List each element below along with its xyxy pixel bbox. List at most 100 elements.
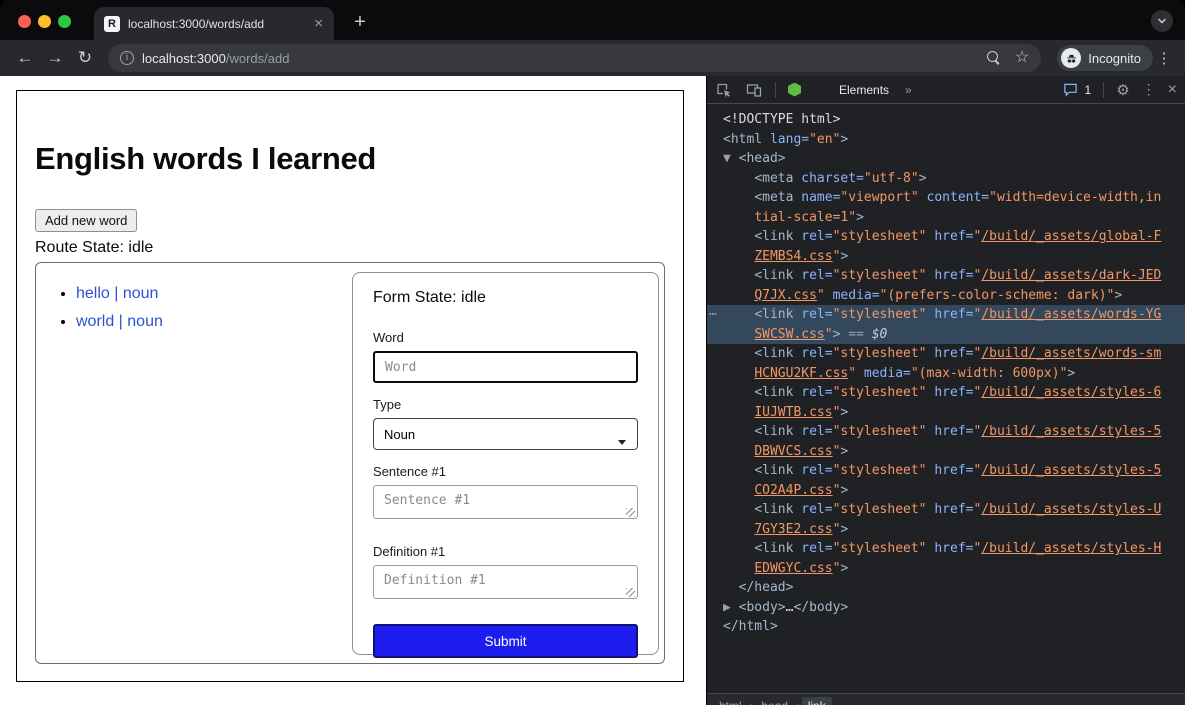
issues-count[interactable]: 1 [1085, 83, 1092, 97]
code-token-link[interactable]: /build/_assets/global-F [981, 229, 1161, 244]
devtools-code-line[interactable]: SWCSW.css"> == $0 [707, 325, 1185, 345]
extension-icon[interactable] [788, 83, 801, 97]
device-toolbar-icon[interactable] [745, 81, 763, 99]
code-token-dollar: $0 [872, 327, 888, 342]
code-token-val: "stylesheet" [833, 385, 935, 400]
close-button[interactable] [18, 15, 31, 28]
devtools-code-line[interactable]: <link rel="stylesheet" href="/build/_ass… [707, 539, 1185, 559]
devtools-code-line[interactable]: Q7JX.css" media="(prefers-color-scheme: … [707, 286, 1185, 306]
definition-textarea[interactable] [373, 565, 638, 599]
code-token-link[interactable]: /build/_assets/styles-H [981, 541, 1161, 556]
devtools-code-line[interactable]: ZEMBS4.css"> [707, 247, 1185, 267]
settings-gear-icon[interactable]: ⚙ [1116, 81, 1129, 99]
word-link[interactable]: hello | noun [76, 285, 158, 302]
code-token-attr: href= [934, 541, 973, 556]
code-token-link[interactable]: HCNGU2KF.css [754, 366, 848, 381]
toolbar-divider [775, 82, 776, 98]
devtools-code-line[interactable]: <link rel="stylesheet" href="/build/_ass… [707, 500, 1185, 520]
site-info-icon[interactable]: i [120, 51, 134, 65]
resize-grip-icon[interactable] [626, 588, 635, 597]
maximize-button[interactable] [58, 15, 71, 28]
new-tab-button[interactable]: + [346, 9, 374, 35]
code-token-link[interactable]: CO2A4P.css [754, 483, 832, 498]
code-token-link[interactable]: IUJWTB.css [754, 405, 832, 420]
devtools-code-line[interactable]: <meta name="viewport" content="width=dev… [707, 188, 1185, 208]
add-new-word-button[interactable]: Add new word [35, 209, 137, 232]
minimize-button[interactable] [38, 15, 51, 28]
devtools-code-line[interactable]: ⋯ <link rel="stylesheet" href="/build/_a… [707, 305, 1185, 325]
devtools-code-line[interactable]: DBWVCS.css"> [707, 442, 1185, 462]
issues-icon[interactable] [1062, 81, 1080, 99]
devtools-code-line[interactable]: HCNGU2KF.css" media="(max-width: 600px)"… [707, 364, 1185, 384]
close-devtools-icon[interactable]: × [1168, 81, 1177, 99]
code-token-attr: charset= [801, 171, 864, 186]
breadcrumb-item[interactable]: head [755, 697, 794, 705]
code-token-link[interactable]: /build/_assets/styles-U [981, 502, 1161, 517]
browser-menu-icon[interactable]: ⋮ [1153, 49, 1175, 67]
sentence-textarea[interactable] [373, 485, 638, 519]
browser-tab[interactable]: R localhost:3000/words/add × [94, 7, 334, 40]
code-token-link[interactable]: /build/_assets/styles-5 [981, 463, 1161, 478]
devtools-code-line[interactable]: <link rel="stylesheet" href="/build/_ass… [707, 383, 1185, 403]
tab-close-icon[interactable]: × [311, 16, 326, 31]
devtools-code-line[interactable]: <!DOCTYPE html> [707, 110, 1185, 130]
breadcrumb-item[interactable]: html [713, 697, 748, 705]
browser-toolbar: ← → ↻ i localhost:3000/words/add ☆ Inco [0, 40, 1185, 76]
inspect-element-icon[interactable] [715, 81, 733, 99]
resize-grip-icon[interactable] [626, 508, 635, 517]
code-token-attr: lang= [770, 132, 809, 147]
code-token-link[interactable]: /build/_assets/words-sm [981, 346, 1161, 361]
code-token-link[interactable]: Q7JX.css [754, 288, 817, 303]
type-select[interactable]: Noun [373, 418, 638, 450]
tab-elements[interactable]: Elements [835, 83, 893, 97]
devtools-code-line[interactable]: <html lang="en"> [707, 130, 1185, 150]
url-bar[interactable]: i localhost:3000/words/add ☆ [108, 44, 1041, 72]
sentence-label: Sentence #1 [373, 464, 638, 479]
code-token-val: "stylesheet" [833, 424, 935, 439]
back-button[interactable]: ← [10, 48, 40, 68]
word-input[interactable] [373, 351, 638, 383]
code-token-link[interactable]: ZEMBS4.css [754, 249, 832, 264]
bookmark-star-icon[interactable]: ☆ [1015, 50, 1029, 66]
devtools-code-line[interactable]: <meta charset="utf-8"> [707, 169, 1185, 189]
devtools-code-line[interactable]: <link rel="stylesheet" href="/build/_ass… [707, 422, 1185, 442]
forward-button[interactable]: → [40, 48, 70, 68]
devtools-code-line[interactable]: IUJWTB.css"> [707, 403, 1185, 423]
devtools-code-line[interactable]: <link rel="stylesheet" href="/build/_ass… [707, 266, 1185, 286]
code-token-link[interactable]: SWCSW.css [754, 327, 824, 342]
reload-button[interactable]: ↻ [70, 48, 100, 68]
devtools-code-line[interactable]: tial-scale=1"> [707, 208, 1185, 228]
devtools-code-line[interactable]: </head> [707, 578, 1185, 598]
node-more-actions-icon[interactable]: ⋯ [709, 305, 717, 325]
code-token-link[interactable]: /build/_assets/dark-JED [981, 268, 1161, 283]
code-token-eq: == [840, 327, 871, 342]
devtools-code-line[interactable]: <link rel="stylesheet" href="/build/_ass… [707, 461, 1185, 481]
code-token-link[interactable]: EDWGYC.css [754, 561, 832, 576]
code-token-link[interactable]: 7GY3E2.css [754, 522, 832, 537]
devtools-code-line[interactable]: </html> [707, 617, 1185, 637]
code-token-link[interactable]: /build/_assets/styles-5 [981, 424, 1161, 439]
devtools-code-line[interactable]: EDWGYC.css"> [707, 559, 1185, 579]
devtools-code-line[interactable]: ▼ <head> [707, 149, 1185, 169]
devtools-code-line[interactable]: CO2A4P.css"> [707, 481, 1185, 501]
tab-search-icon[interactable] [1151, 10, 1173, 32]
code-token-link[interactable]: /build/_assets/words-YG [981, 307, 1161, 322]
code-token-tag: </head> [739, 580, 794, 595]
zoom-icon[interactable] [987, 51, 1001, 65]
devtools-code-line[interactable]: <link rel="stylesheet" href="/build/_ass… [707, 344, 1185, 364]
code-token-tag: > [840, 132, 848, 147]
devtools-code-line[interactable]: ▶ <body>…</body> [707, 598, 1185, 618]
incognito-badge: Incognito [1057, 45, 1153, 71]
code-token-link[interactable]: DBWVCS.css [754, 444, 832, 459]
code-token-val: tial-scale=1" [754, 210, 856, 225]
devtools-code-line[interactable]: 7GY3E2.css"> [707, 520, 1185, 540]
code-token-tag: <link [754, 346, 801, 361]
word-link[interactable]: world | noun [76, 313, 163, 330]
devtools-code-line[interactable]: <link rel="stylesheet" href="/build/_ass… [707, 227, 1185, 247]
more-tabs-icon[interactable]: » [905, 83, 912, 97]
breadcrumb-item-active[interactable]: link [802, 697, 832, 705]
url-text[interactable]: localhost:3000/words/add [142, 51, 289, 66]
submit-button[interactable]: Submit [373, 624, 638, 658]
devtools-menu-icon[interactable]: ⋮ [1142, 81, 1156, 98]
code-token-link[interactable]: /build/_assets/styles-6 [981, 385, 1161, 400]
